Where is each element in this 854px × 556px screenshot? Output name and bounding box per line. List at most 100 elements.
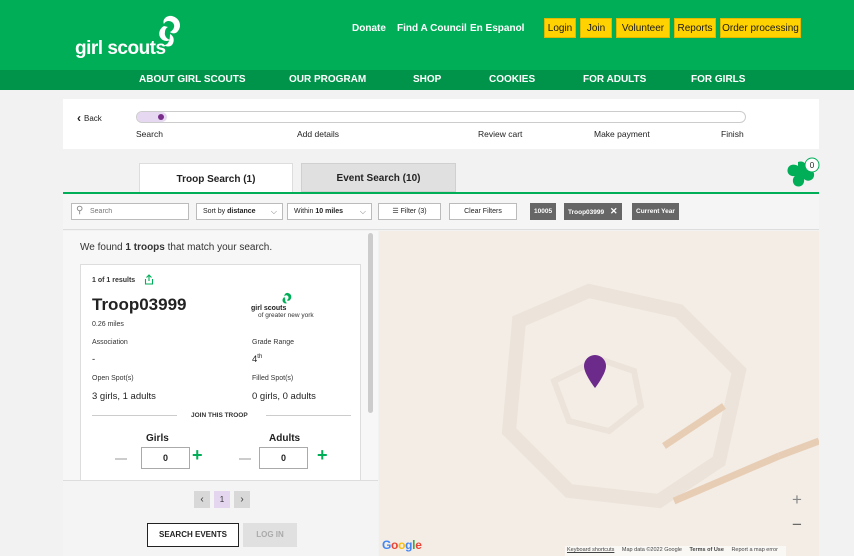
progress-indicator — [158, 114, 164, 120]
sort-prefix: Sort by — [203, 208, 228, 215]
step-add-details: Add details — [297, 129, 340, 139]
checkout-progress: ‹ Back Search Add details Review cart Mak… — [63, 99, 819, 149]
step-make-payment: Make payment — [594, 129, 650, 139]
clear-filters-button[interactable]: Clear Filters — [449, 203, 517, 220]
next-page-button[interactable]: › — [234, 491, 250, 508]
nav-about-girl-scouts[interactable]: ABOUT GIRL SCOUTS — [139, 74, 245, 85]
search-input[interactable] — [90, 206, 185, 217]
order-processing-button[interactable]: Order processing — [720, 18, 801, 38]
adults-count-field[interactable]: 0 — [259, 447, 308, 469]
filter-chip-year[interactable]: Current Year — [632, 203, 679, 220]
troop-distance: 0.26 miles — [92, 321, 124, 328]
tab-event-search[interactable]: Event Search (10) — [301, 163, 456, 192]
map[interactable]: Google + − Keyboard shortcuts Map data ©… — [379, 231, 819, 556]
nav-for-girls[interactable]: FOR GIRLS — [691, 74, 745, 85]
filter-chip-zip[interactable]: 10005 — [530, 203, 557, 220]
chevron-down-icon: ⌵ — [359, 207, 366, 216]
map-attribution: Keyboard shortcuts Map data ©2022 Google… — [565, 546, 786, 556]
association-value: - — [92, 354, 96, 365]
open-spots-value: 3 girls, 1 adults — [92, 391, 156, 402]
find-a-council-link[interactable]: Find A Council — [397, 23, 467, 34]
site-logo-text[interactable]: girl scouts — [75, 38, 166, 60]
back-link[interactable]: ‹ Back — [77, 111, 102, 125]
step-finish: Finish — [721, 129, 744, 139]
adults-label: Adults — [269, 433, 301, 444]
troop-name: Troop03999 — [92, 295, 187, 314]
donate-link[interactable]: Donate — [352, 23, 386, 34]
council-logo-text: girl scouts — [251, 305, 287, 312]
sort-select[interactable]: Sort by distance ⌵ — [196, 203, 283, 220]
filter-button[interactable]: ☰ Filter (3) — [378, 203, 441, 220]
zoom-in-button[interactable]: + — [786, 489, 808, 511]
grade-range-label: Grade Range — [252, 339, 295, 346]
share-icon[interactable] — [144, 274, 154, 285]
filter-bar: ⚲ Sort by distance ⌵ Within 10 miles ⌵ ☰… — [63, 194, 819, 230]
filter-chip-troop-label: Troop03999 — [568, 209, 605, 216]
results-count: 1 troops — [125, 242, 165, 253]
progress-bar — [136, 111, 746, 123]
filled-spots-label: Filled Spot(s) — [252, 375, 294, 382]
results-summary: We found 1 troops that match your search… — [80, 242, 272, 253]
map-background — [379, 231, 819, 556]
chevron-down-icon: ⌵ — [270, 207, 277, 216]
divider — [92, 415, 177, 416]
reports-button[interactable]: Reports — [674, 18, 716, 38]
results-scrollbar[interactable] — [368, 233, 373, 413]
nav-our-program[interactable]: OUR PROGRAM — [289, 74, 366, 85]
sort-value: distance — [227, 208, 256, 215]
adults-increment-button[interactable]: + — [317, 445, 328, 466]
filter-chip-troop[interactable]: Troop03999 ✕ — [564, 203, 622, 220]
zoom-out-button[interactable]: − — [786, 514, 808, 536]
girls-label: Girls — [146, 433, 169, 444]
divider — [266, 415, 351, 416]
login-button[interactable]: Login — [544, 18, 576, 38]
keyboard-shortcuts-link[interactable]: Keyboard shortcuts — [567, 547, 614, 553]
result-count: 1 of 1 results — [92, 277, 136, 284]
tab-troop-search[interactable]: Troop Search (1) — [139, 163, 293, 192]
back-label: Back — [84, 114, 102, 123]
cart-count: 0 — [810, 161, 815, 170]
cart-trefoil-icon[interactable]: 0 — [784, 156, 820, 190]
chevron-left-icon: ‹ — [77, 111, 81, 125]
log-in-button[interactable]: LOG IN — [243, 523, 297, 547]
results-summary-prefix: We found — [80, 242, 126, 253]
step-search: Search — [136, 129, 163, 139]
search-icon: ⚲ — [76, 205, 84, 216]
volunteer-button[interactable]: Volunteer — [616, 18, 670, 38]
map-data-text: Map data ©2022 Google — [621, 547, 682, 553]
girls-increment-button[interactable]: + — [192, 445, 203, 466]
council-trefoil-icon — [282, 292, 292, 304]
open-spots-label: Open Spot(s) — [92, 375, 134, 382]
grade-range-suffix: th — [257, 354, 263, 360]
close-icon[interactable]: ✕ — [610, 206, 618, 216]
google-logo: Google — [382, 538, 422, 552]
nav-for-adults[interactable]: FOR ADULTS — [583, 74, 646, 85]
girls-decrement-button[interactable] — [115, 458, 127, 460]
council-logo-subtext: of greater new york — [258, 312, 314, 319]
join-button[interactable]: Join — [580, 18, 612, 38]
nav-cookies[interactable]: COOKIES — [489, 74, 535, 85]
filter-icon: ☰ — [392, 208, 399, 215]
pagination-panel: ‹ 1 › SEARCH EVENTS LOG IN — [63, 480, 378, 556]
prev-page-button[interactable]: ‹ — [194, 491, 210, 508]
search-field[interactable]: ⚲ — [71, 203, 189, 220]
filled-spots-value: 0 girls, 0 adults — [252, 391, 316, 402]
adults-decrement-button[interactable] — [239, 458, 251, 460]
site-header: girl scouts Donate Find A Council En Esp… — [0, 0, 854, 70]
results-summary-suffix: that match your search. — [164, 242, 273, 253]
en-espanol-link[interactable]: En Espanol — [470, 23, 524, 34]
join-troop-heading: JOIN THIS TROOP — [191, 412, 248, 419]
page-number-button[interactable]: 1 — [214, 491, 230, 508]
radius-select[interactable]: Within 10 miles ⌵ — [287, 203, 372, 220]
grade-range-value: 4th — [252, 354, 262, 365]
nav-shop[interactable]: SHOP — [413, 74, 441, 85]
report-map-error-link[interactable]: Report a map error — [731, 547, 777, 553]
main-nav: ABOUT GIRL SCOUTS OUR PROGRAM SHOP COOKI… — [0, 70, 854, 90]
terms-of-use-link[interactable]: Terms of Use — [689, 547, 723, 553]
girls-count-field[interactable]: 0 — [141, 447, 190, 469]
results-list: We found 1 troops that match your search… — [63, 231, 378, 480]
troop-card: 1 of 1 results Troop03999 girl scouts of… — [80, 264, 361, 480]
radius-value: 10 miles — [315, 208, 344, 215]
search-events-button[interactable]: SEARCH EVENTS — [147, 523, 239, 547]
map-pin-icon[interactable] — [583, 355, 607, 389]
